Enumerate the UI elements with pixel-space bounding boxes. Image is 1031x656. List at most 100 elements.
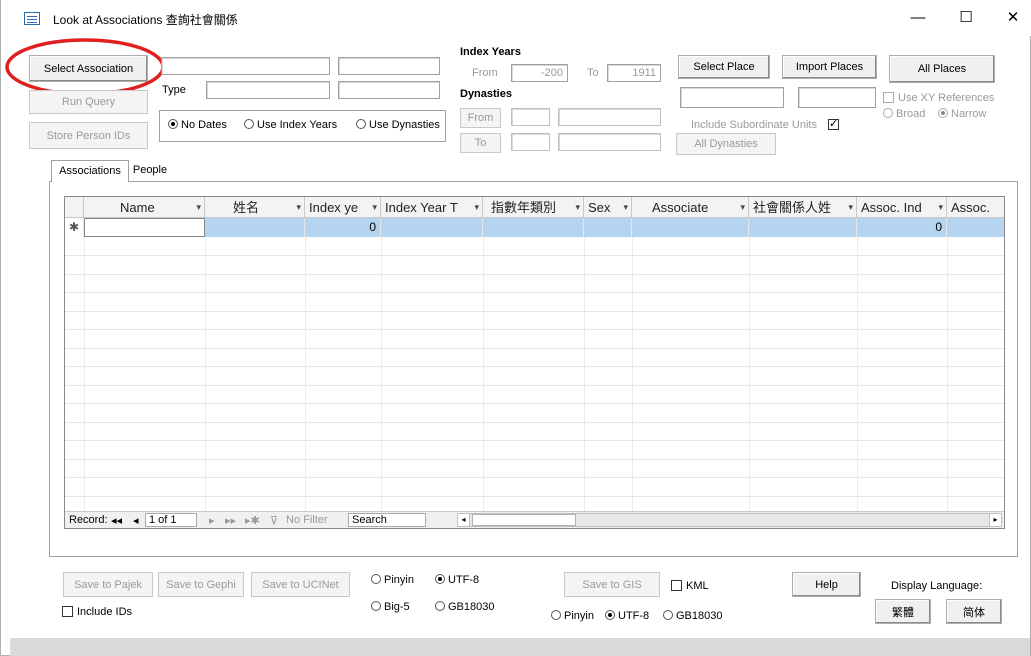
dynasty-to-button[interactable]: To [460,133,501,153]
dynasties-label: Dynasties [460,88,512,100]
association-name-field[interactable] [161,57,330,75]
record-navigator: Record: ◂◂ ◂ 1 of 1 ▸ ▸▸ ▸✱ ⊽ No Filter … [65,511,1004,528]
minimize-button[interactable]: — [904,6,932,30]
col-header-index-year-type-chn[interactable]: 指數年類別 ▾ [483,197,584,218]
dynasty-from-code[interactable] [511,108,550,126]
close-button[interactable]: ✕ [999,6,1027,30]
new-row-index-year-cell[interactable]: 0 [305,218,381,237]
new-record-button[interactable]: ▸✱ [245,514,260,527]
to-label: To [587,67,599,79]
save-to-gis-button[interactable]: Save to GIS [564,572,660,597]
help-button[interactable]: Help [792,572,861,597]
column-gridline [483,237,484,511]
simplified-chinese-button[interactable]: 简体 [946,599,1002,624]
type-field[interactable] [206,81,330,99]
type-chn-field[interactable] [338,81,440,99]
new-record-row[interactable]: ✱ 0 0 [65,218,1004,237]
gis-utf8-radio[interactable]: UTF-8 [605,610,649,622]
dynasty-to-code[interactable] [511,133,550,151]
col-header-index-year-type[interactable]: Index Year T ▾ [381,197,483,218]
select-all-corner[interactable] [65,197,84,218]
record-position-field[interactable]: 1 of 1 [145,513,197,527]
col-header-assoc[interactable]: Assoc. [947,197,1004,218]
dynasty-to-name[interactable] [558,133,661,151]
new-row-index-year-type-chn-cell[interactable] [483,218,584,237]
form-icon [24,12,40,25]
dynasty-from-name[interactable] [558,108,661,126]
new-row-associate-chn-cell[interactable] [749,218,857,237]
save-to-gephi-button[interactable]: Save to Gephi [158,572,244,597]
scroll-right-arrow[interactable]: ▸ [989,514,1001,526]
search-box[interactable]: Search [348,513,426,527]
record-label: Record: [69,514,108,526]
column-gridline [857,237,858,511]
scroll-thumb[interactable] [472,514,576,526]
include-ids-checkbox[interactable]: Include IDs [62,606,132,618]
col-header-associate-chn[interactable]: 社會關係人姓 ▾ [749,197,857,218]
date-option-index-years[interactable]: Use Index Years [244,119,337,131]
highlight-circle [5,38,165,96]
new-row-associate-cell[interactable] [632,218,749,237]
dynasty-from-button[interactable]: From [460,108,501,128]
next-record-button[interactable]: ▸ [209,514,215,527]
include-subordinate-checkbox[interactable] [828,117,839,130]
store-person-ids-button[interactable]: Store Person IDs [29,122,148,149]
from-year-field[interactable]: -200 [511,64,568,82]
tab-associations[interactable]: Associations [51,160,129,182]
import-places-button[interactable]: Import Places [782,55,877,79]
place-chn-field[interactable] [798,87,876,108]
results-datasheet: Name ▾ 姓名 ▾ Index ye ▾ Index Year T ▾ 指數年類別 ▾… [64,196,1005,529]
filter-icon: ⊽ [270,515,279,527]
use-xy-checkbox[interactable]: Use XY References [883,92,994,104]
enc-big5-radio[interactable]: Big-5 [371,601,410,613]
col-header-name[interactable]: Name ▾ [84,197,205,218]
col-header-index-year[interactable]: Index ye ▾ [305,197,381,218]
select-place-button[interactable]: Select Place [678,55,770,79]
narrow-radio[interactable]: Narrow [938,108,986,120]
column-gridline [205,237,206,511]
status-strip [10,638,1030,656]
tab-people[interactable]: People [129,160,171,182]
broad-radio[interactable]: Broad [883,108,925,120]
enc-gb18030-radio[interactable]: GB18030 [435,601,494,613]
first-record-button[interactable]: ◂◂ [111,514,122,527]
column-gridline [947,237,948,511]
col-header-associate[interactable]: Associate ▾ [632,197,749,218]
col-header-chn-name[interactable]: 姓名 ▾ [205,197,305,218]
index-years-label: Index Years [460,46,521,58]
no-filter-button[interactable]: No Filter [286,514,328,526]
traditional-chinese-button[interactable]: 繁體 [875,599,931,624]
new-row-index-year-type-cell[interactable] [381,218,483,237]
column-gridline [381,237,382,511]
all-places-button[interactable]: All Places [889,55,995,83]
gis-gb18030-radio[interactable]: GB18030 [663,610,722,622]
place-name-field[interactable] [680,87,784,108]
scroll-left-arrow[interactable]: ◂ [458,514,470,526]
title-bar: Look at Associations 查詢社會關係 — ☐ ✕ [1,0,1031,36]
new-row-sex-cell[interactable] [584,218,632,237]
save-to-pajek-button[interactable]: Save to Pajek [63,572,153,597]
enc-pinyin-radio[interactable]: Pinyin [371,574,414,586]
to-year-field[interactable]: 1911 [607,64,661,82]
new-row-assoc-index-cell[interactable]: 0 [857,218,947,237]
horizontal-scrollbar[interactable]: ◂ ▸ [457,513,1002,527]
date-option-dynasties[interactable]: Use Dynasties [356,119,440,131]
enc-utf8-radio[interactable]: UTF-8 [435,574,479,586]
new-row-chn-name-cell[interactable] [205,218,305,237]
kml-checkbox[interactable]: KML [671,580,709,592]
maximize-button[interactable]: ☐ [952,6,980,30]
save-to-ucinet-button[interactable]: Save to UCINet [251,572,350,597]
col-header-assoc-index[interactable]: Assoc. Ind ▾ [857,197,947,218]
association-chn-field[interactable] [338,57,440,75]
all-dynasties-button[interactable]: All Dynasties [676,133,776,155]
gis-pinyin-radio[interactable]: Pinyin [551,610,594,622]
date-option-no-dates[interactable]: No Dates [168,119,227,131]
new-row-assoc-cell[interactable] [947,218,1004,237]
run-query-button[interactable]: Run Query [29,90,148,114]
last-record-button[interactable]: ▸▸ [225,514,236,527]
prev-record-button[interactable]: ◂ [133,514,139,527]
type-label: Type [162,84,186,96]
include-subordinate-label: Include Subordinate Units [691,119,817,131]
new-row-name-cell[interactable] [84,218,205,237]
col-header-sex[interactable]: Sex ▾ [584,197,632,218]
